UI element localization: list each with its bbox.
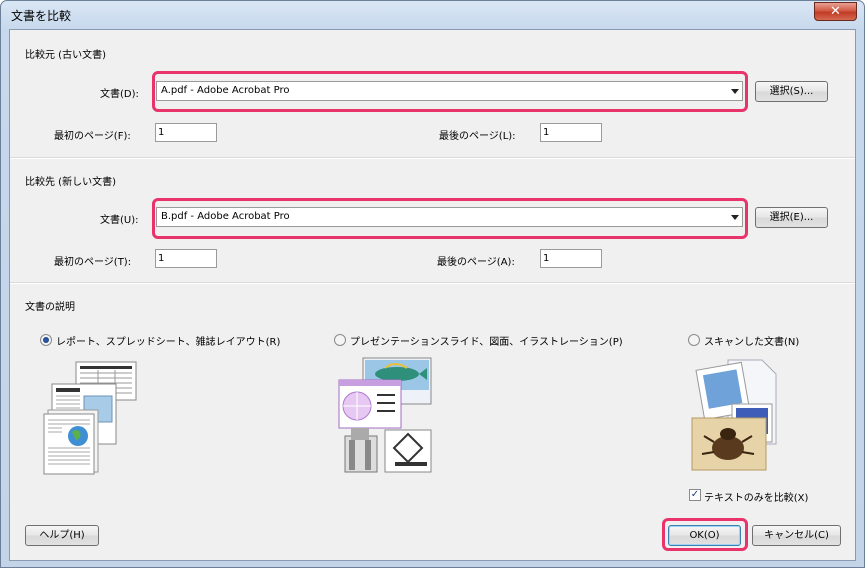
chevron-down-icon[interactable] xyxy=(731,89,739,94)
divider xyxy=(10,282,855,284)
old-last-page-input[interactable]: 1 xyxy=(540,123,602,142)
close-button[interactable]: ✕ xyxy=(814,2,857,21)
text-only-checkbox[interactable]: ✓ xyxy=(689,489,701,501)
divider xyxy=(10,157,855,159)
radio-presentation-drawing[interactable] xyxy=(334,334,346,346)
old-first-page-label: 最初のページ(F): xyxy=(54,131,131,142)
new-first-page-input[interactable]: 1 xyxy=(155,249,217,268)
old-document-browse-button[interactable]: 選択(S)... xyxy=(755,81,828,102)
radio-scanned-document[interactable] xyxy=(688,334,700,346)
dialog-content: 比較元 (古い文書) 文書(D): A.pdf - Adobe Acrobat … xyxy=(9,29,856,561)
ok-button[interactable]: OK(O) xyxy=(668,525,741,546)
report-spreadsheet-illustration xyxy=(43,361,137,475)
description-group-title: 文書の説明 xyxy=(25,302,75,313)
help-button[interactable]: ヘルプ(H) xyxy=(25,525,99,546)
radio-presentation-drawing-label[interactable]: プレゼンテーションスライド、図面、イラストレーション(P) xyxy=(350,333,623,348)
scanned-document-illustration xyxy=(691,359,777,471)
radio-report-layout-label[interactable]: レポート、スプレッドシート、雑誌レイアウト(R) xyxy=(56,333,280,348)
radio-report-layout[interactable] xyxy=(40,334,52,346)
new-document-label: 文書(U): xyxy=(100,215,139,226)
new-last-page-label: 最後のページ(A): xyxy=(437,257,515,268)
presentation-drawing-illustration xyxy=(338,357,432,473)
old-document-select-value: A.pdf - Adobe Acrobat Pro xyxy=(161,85,290,96)
old-first-page-input[interactable]: 1 xyxy=(155,123,217,142)
new-document-group-title: 比較先 (新しい文書) xyxy=(25,177,116,188)
old-document-label: 文書(D): xyxy=(100,89,139,100)
dialog-title: 文書を比較 xyxy=(11,9,72,23)
new-document-browse-button[interactable]: 選択(E)... xyxy=(755,207,828,228)
new-last-page-input[interactable]: 1 xyxy=(540,249,602,268)
new-first-page-label: 最初のページ(T): xyxy=(54,257,132,268)
radio-scanned-document-label[interactable]: スキャンした文書(N) xyxy=(704,333,799,348)
title-bar[interactable]: 文書を比較 ✕ xyxy=(1,1,864,29)
old-last-page-label: 最後のページ(L): xyxy=(439,131,516,142)
old-document-select[interactable]: A.pdf - Adobe Acrobat Pro xyxy=(156,81,743,101)
old-document-group-title: 比較元 (古い文書) xyxy=(25,50,106,61)
compare-documents-dialog: 文書を比較 ✕ 比較元 (古い文書) 文書(D): A.pdf - Adobe … xyxy=(0,0,865,568)
cancel-button[interactable]: キャンセル(C) xyxy=(752,525,841,546)
text-only-label[interactable]: テキストのみを比較(X) xyxy=(704,489,808,504)
chevron-down-icon[interactable] xyxy=(731,215,739,220)
new-document-select[interactable]: B.pdf - Adobe Acrobat Pro xyxy=(156,207,743,227)
new-document-select-value: B.pdf - Adobe Acrobat Pro xyxy=(161,211,290,222)
